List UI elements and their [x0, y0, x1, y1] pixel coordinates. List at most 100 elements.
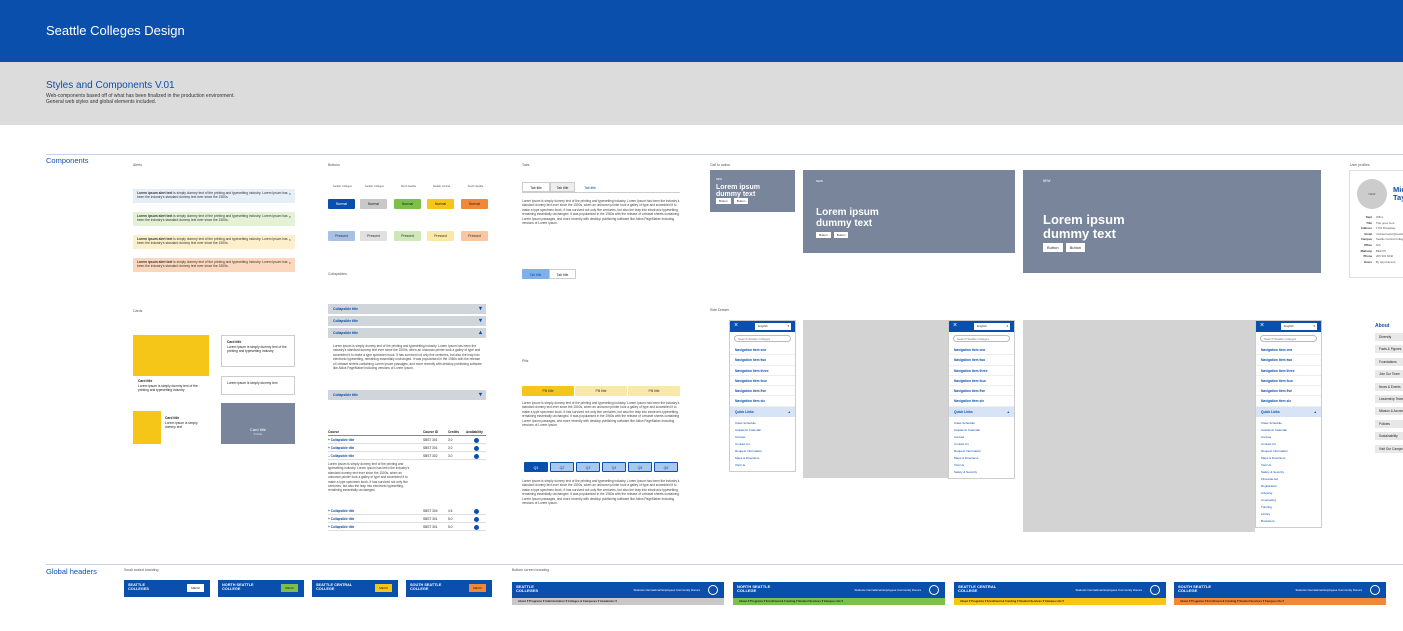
- qpill-2[interactable]: Q2: [550, 462, 574, 472]
- quick-link[interactable]: Maps & Directions: [949, 455, 1014, 462]
- qpill-4[interactable]: Q4: [602, 462, 626, 472]
- college-logo[interactable]: SEATTLE CENTRAL COLLEGE: [958, 585, 996, 593]
- about-item-8[interactable]: Policies: [1375, 419, 1403, 429]
- quick-link[interactable]: Academic Calendar: [730, 427, 795, 434]
- about-item-3[interactable]: Foundations: [1375, 357, 1403, 367]
- tab-1[interactable]: Tab title: [522, 182, 550, 192]
- row-title[interactable]: + Collapsible title: [328, 525, 354, 529]
- card-short[interactable]: Lorem ipsum is simply dummy text: [221, 376, 295, 395]
- college-logo[interactable]: NORTH SEATTLE COLLEGE: [737, 585, 770, 593]
- close-icon[interactable]: ×: [1260, 322, 1264, 329]
- quick-link[interactable]: Class Schedule: [949, 420, 1014, 427]
- menu-button[interactable]: MENU: [469, 584, 486, 592]
- nav-item-5[interactable]: Navigation item five: [949, 386, 1014, 397]
- info-icon[interactable]: [474, 508, 479, 514]
- nav-item-4[interactable]: Navigation item four: [730, 376, 795, 387]
- college-logo[interactable]: SEATTLE COLLEGES: [128, 583, 149, 591]
- cta-large-button-1[interactable]: Button: [1043, 243, 1063, 252]
- table-row[interactable]: + Collapsible title SBST 301 5.0: [328, 523, 486, 531]
- qpill-1[interactable]: Q1: [524, 462, 548, 472]
- qpill-5[interactable]: Q5: [628, 462, 652, 472]
- quick-link[interactable]: Registration: [1256, 483, 1321, 490]
- quick-link[interactable]: Maps & Directions: [1256, 455, 1321, 462]
- quick-link[interactable]: Advising: [1256, 490, 1321, 497]
- nav-item-2[interactable]: Navigation item two: [730, 355, 795, 366]
- cta-small-button-1[interactable]: Button: [716, 198, 731, 204]
- tab-2[interactable]: Tab title: [550, 182, 575, 192]
- quick-link[interactable]: Financial Aid: [1256, 476, 1321, 483]
- quick-link[interactable]: Canvas: [1256, 434, 1321, 441]
- nav-item-1[interactable]: Navigation item one: [949, 345, 1014, 356]
- about-item-7[interactable]: Mission & Accreditation: [1375, 407, 1403, 417]
- nav-item-1[interactable]: Navigation item one: [730, 345, 795, 356]
- main-nav-bar[interactable]: About ▾ Programs ▾ Enrollment & Funding …: [954, 598, 1166, 605]
- normal-button-5[interactable]: Normal: [461, 199, 488, 209]
- table-row[interactable]: + Collapsible title SBST 301 5.0: [328, 515, 486, 523]
- quick-link[interactable]: Academic Calendar: [949, 427, 1014, 434]
- about-item-2[interactable]: Facts & Figures: [1375, 345, 1403, 355]
- quick-link[interactable]: Visit Us: [949, 462, 1014, 469]
- quick-link[interactable]: Tutoring: [1256, 504, 1321, 511]
- quick-link[interactable]: Counseling: [1256, 497, 1321, 504]
- collapsible-4[interactable]: Collapsible title ▾: [328, 390, 486, 400]
- quick-link[interactable]: Canvas: [730, 434, 795, 441]
- college-logo[interactable]: SOUTH SEATTLE COLLEGE: [410, 583, 441, 591]
- cta-large-button-2[interactable]: Button: [1065, 243, 1086, 252]
- table-row[interactable]: + Collapsible title SBST 301 3.0: [328, 436, 486, 444]
- nav-item-2[interactable]: Navigation item two: [949, 355, 1014, 366]
- college-logo[interactable]: NORTH SEATTLE COLLEGE: [222, 583, 254, 591]
- about-item-6[interactable]: Leadership Team: [1375, 395, 1403, 404]
- pressed-button-1[interactable]: Pressed: [328, 231, 355, 241]
- language-select[interactable]: English ▾: [1281, 323, 1317, 330]
- audience-links[interactable]: Students International Employees Communi…: [854, 588, 921, 592]
- tab-bottom-1[interactable]: Tab title: [522, 269, 549, 279]
- info-icon[interactable]: [474, 516, 479, 522]
- info-icon[interactable]: [474, 453, 479, 459]
- row-title[interactable]: + Collapsible title: [328, 438, 354, 442]
- cta-small-button-2[interactable]: Button: [733, 198, 749, 204]
- nav-item-1[interactable]: Navigation item one: [1256, 345, 1321, 356]
- nav-item-6[interactable]: Navigation item six: [949, 396, 1014, 407]
- row-title[interactable]: + Collapsible title: [328, 517, 354, 521]
- main-nav-bar[interactable]: About ▾ Programs ▾ Administration ▾ Coll…: [512, 598, 724, 605]
- quick-link[interactable]: Bookstore: [1256, 518, 1321, 525]
- table-row[interactable]: – Collapsible title SBST 302 3.0: [328, 452, 486, 460]
- quick-link[interactable]: Class Schedule: [1256, 420, 1321, 427]
- menu-button[interactable]: MENU: [187, 584, 204, 592]
- quick-link[interactable]: Request Information: [949, 448, 1014, 455]
- about-item-9[interactable]: Sustainability: [1375, 432, 1403, 442]
- cta-medium-button-1[interactable]: Button: [816, 232, 831, 238]
- college-logo[interactable]: SEATTLE COLLEGES: [516, 585, 538, 593]
- normal-button-1[interactable]: Normal: [328, 199, 355, 209]
- nav-item-2[interactable]: Navigation item two: [1256, 355, 1321, 366]
- info-icon[interactable]: [474, 445, 479, 451]
- close-icon[interactable]: ×: [289, 260, 291, 265]
- close-icon[interactable]: ×: [734, 322, 738, 329]
- info-icon[interactable]: [474, 437, 479, 443]
- pill-1[interactable]: Pill title: [522, 386, 574, 396]
- card-overlay[interactable]: Card title Subtitle: [221, 403, 295, 444]
- quick-link[interactable]: Visit Us: [730, 462, 795, 469]
- college-logo[interactable]: SOUTH SEATTLE COLLEGE: [1178, 585, 1211, 593]
- collapsible-2[interactable]: Collapsible title ▾: [328, 316, 486, 326]
- table-row[interactable]: + Collapsible title SBST 304 4.5: [328, 507, 486, 515]
- close-icon[interactable]: ×: [289, 191, 291, 196]
- about-item-10[interactable]: Visit Our Campus: [1375, 444, 1403, 454]
- normal-button-4[interactable]: Normal: [427, 199, 454, 209]
- audience-links[interactable]: Students International Employees Communi…: [1075, 588, 1142, 592]
- language-select[interactable]: English ▾: [755, 323, 791, 330]
- quick-link[interactable]: Request Information: [1256, 448, 1321, 455]
- pressed-button-4[interactable]: Pressed: [427, 231, 454, 241]
- nav-item-5[interactable]: Navigation item five: [1256, 386, 1321, 397]
- menu-button[interactable]: MENU: [281, 584, 298, 592]
- card-image-top[interactable]: Card title Lorem ipsum is simply dummy t…: [133, 335, 209, 401]
- normal-button-2[interactable]: Normal: [360, 199, 387, 209]
- table-row[interactable]: + Collapsible title SBST 301 3.0: [328, 444, 486, 452]
- nav-item-3[interactable]: Navigation item three: [949, 366, 1014, 376]
- tab-bottom-2[interactable]: Tab title: [549, 269, 576, 279]
- audience-links[interactable]: Students International Employees Communi…: [1295, 588, 1362, 592]
- quick-link[interactable]: Library: [1256, 511, 1321, 518]
- search-icon[interactable]: [929, 585, 939, 595]
- main-nav-bar[interactable]: About ▾ Programs ▾ Enrollment & Funding …: [733, 598, 945, 605]
- search-input[interactable]: Search Seattle Colleges: [734, 335, 791, 342]
